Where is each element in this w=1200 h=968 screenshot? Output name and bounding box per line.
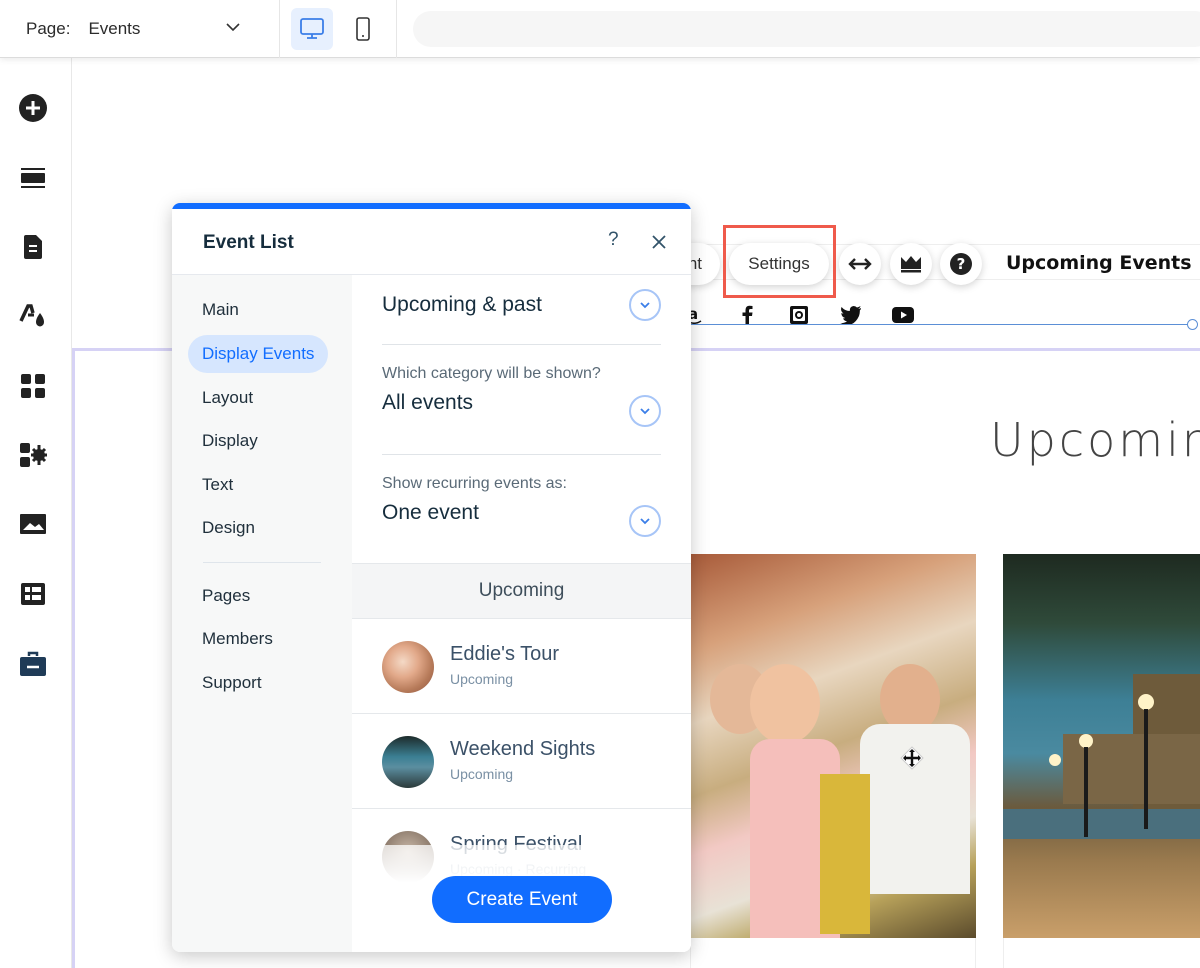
event-list-header: Upcoming <box>352 563 691 619</box>
event-name: Eddie's Tour <box>450 643 560 665</box>
chevron-down-icon <box>640 302 650 309</box>
nav-members[interactable]: Members <box>188 620 287 658</box>
social-bar[interactable]: a <box>684 304 914 326</box>
rail-pages-button[interactable] <box>18 232 48 262</box>
instagram-icon[interactable] <box>788 304 810 326</box>
stretch-button[interactable] <box>839 243 881 285</box>
event-status: Upcoming <box>450 671 514 687</box>
stretch-icon <box>848 258 872 270</box>
create-event-button[interactable]: Create Event <box>432 876 612 923</box>
resize-handle[interactable] <box>1187 319 1198 330</box>
dropdown-value: One event <box>382 501 479 524</box>
nav-display[interactable]: Display <box>188 422 272 460</box>
dropdown-toggle[interactable] <box>629 289 661 321</box>
london-riverside-photo[interactable] <box>1003 554 1200 938</box>
panel-title: Event List <box>203 232 294 253</box>
youtube-icon[interactable] <box>892 304 914 326</box>
event-list-item[interactable]: Eddie's Tour Upcoming <box>352 619 691 714</box>
event-thumbnail <box>382 736 434 788</box>
desktop-view-button[interactable] <box>291 8 333 50</box>
site-header-title[interactable]: Upcoming Events <box>1006 252 1192 274</box>
rail-add-apps-button[interactable] <box>18 440 48 470</box>
event-list-settings-panel: Event List ? Main Display Events Layout … <box>172 203 691 952</box>
editor-top-bar: Page: Events <box>0 0 1200 58</box>
page-selector-value: Events <box>88 19 141 38</box>
upgrade-crown-icon <box>901 256 921 273</box>
page-selector-label: Page: <box>26 19 71 38</box>
twitter-icon[interactable] <box>840 304 862 326</box>
facebook-icon[interactable] <box>736 304 758 326</box>
apps-icon <box>21 374 45 398</box>
editor-left-rail <box>0 58 72 968</box>
add-icon <box>19 94 47 122</box>
help-button[interactable]: ? <box>940 243 982 285</box>
rail-apps-button[interactable] <box>18 371 48 401</box>
dropdown-toggle[interactable] <box>629 395 661 427</box>
dropdown-label: Show recurring events as: <box>382 475 567 492</box>
desktop-icon <box>300 18 324 39</box>
row-divider <box>382 344 661 345</box>
panel-nav: Main Display Events Layout Display Text … <box>172 275 352 952</box>
rail-sections-button[interactable] <box>18 163 48 193</box>
category-dropdown[interactable]: Which category will be shown? All events <box>382 365 661 427</box>
event-thumbnail <box>382 641 434 693</box>
media-icon <box>20 514 46 534</box>
rail-design-button[interactable] <box>18 301 48 331</box>
app-settings-icon <box>20 443 47 467</box>
rail-cms-button[interactable] <box>18 579 48 609</box>
events-time-dropdown[interactable]: Upcoming & past <box>382 289 661 321</box>
help-icon: ? <box>950 253 972 275</box>
nav-pages[interactable]: Pages <box>188 577 264 615</box>
event-card-footer <box>1003 938 1200 968</box>
nav-display-events[interactable]: Display Events <box>188 335 329 373</box>
chevron-down-icon <box>226 23 240 32</box>
nav-divider <box>203 562 321 563</box>
nav-layout[interactable]: Layout <box>188 379 267 417</box>
events-section-title[interactable]: Upcomin <box>990 413 1200 467</box>
nav-support[interactable]: Support <box>188 664 276 702</box>
recurring-dropdown[interactable]: Show recurring events as: One event <box>382 475 661 537</box>
dropdown-value: All events <box>382 391 474 414</box>
toolbar-divider <box>396 0 397 58</box>
page-selector[interactable]: Page: Events <box>0 0 280 58</box>
rail-business-button[interactable] <box>18 649 48 679</box>
mobile-icon <box>356 17 370 41</box>
theme-icon <box>19 304 44 327</box>
settings-highlight-annotation <box>723 225 836 298</box>
rail-media-button[interactable] <box>18 509 48 539</box>
selection-line <box>682 324 1192 325</box>
nav-design[interactable]: Design <box>188 509 269 547</box>
sections-icon <box>21 168 45 188</box>
dropdown-value: Upcoming & past <box>382 293 542 316</box>
event-status: Upcoming <box>450 766 514 782</box>
event-list-item[interactable]: Weekend Sights Upcoming <box>352 714 691 809</box>
row-divider <box>382 454 661 455</box>
close-icon[interactable] <box>650 233 668 251</box>
nav-text[interactable]: Text <box>188 466 247 504</box>
dropdown-toggle[interactable] <box>629 505 661 537</box>
svg-text:?: ? <box>957 255 966 273</box>
chevron-down-icon <box>640 518 650 525</box>
event-card-footer <box>690 938 976 968</box>
address-bar[interactable] <box>413 11 1200 47</box>
mobile-view-button[interactable] <box>342 8 384 50</box>
nav-main[interactable]: Main <box>188 291 253 329</box>
rail-add-button[interactable] <box>18 93 48 123</box>
chevron-down-icon <box>640 408 650 415</box>
pages-icon <box>24 235 42 259</box>
panel-header: Event List ? <box>172 209 691 275</box>
section-outline-left <box>72 348 75 968</box>
upgrade-button[interactable] <box>890 243 932 285</box>
bus-tour-photo[interactable] <box>690 554 976 938</box>
business-icon <box>20 651 46 676</box>
cms-icon <box>21 583 45 605</box>
dropdown-label: Which category will be shown? <box>382 365 601 382</box>
panel-content: Upcoming & past Which category will be s… <box>352 275 691 952</box>
event-name: Weekend Sights <box>450 738 596 760</box>
panel-help-button[interactable]: ? <box>608 229 619 251</box>
move-cursor-icon <box>900 746 924 770</box>
